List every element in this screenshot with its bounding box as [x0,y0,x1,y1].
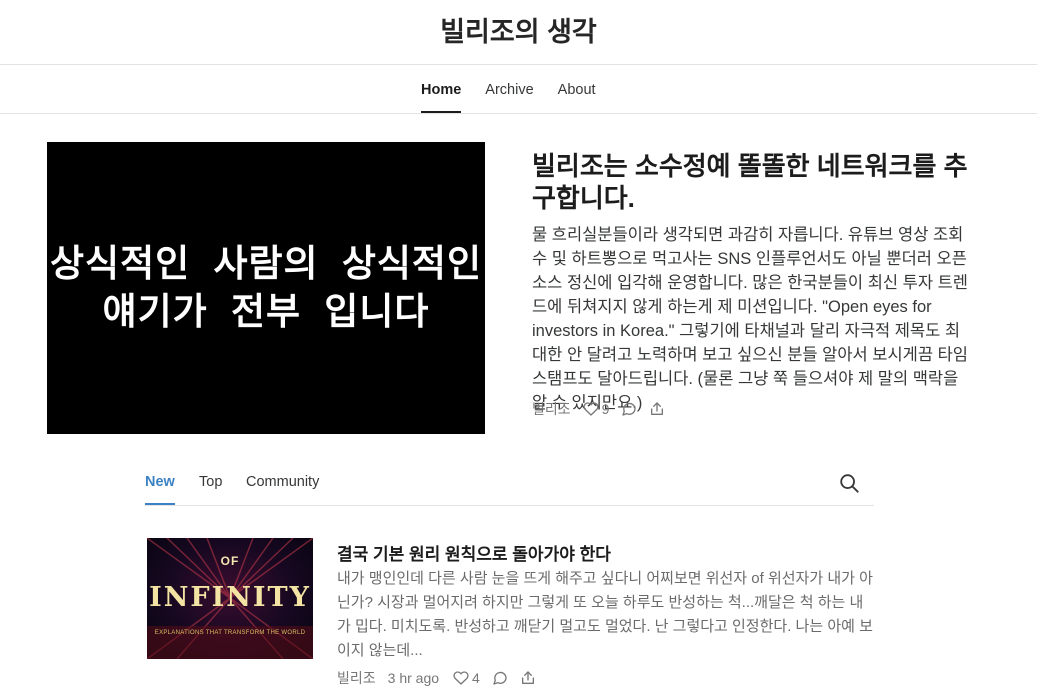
nav-tab-archive[interactable]: Archive [485,65,533,113]
hero-excerpt[interactable]: 물 흐리실분들이라 생각되면 과감히 자릅니다. 유튜브 영상 조회수 및 하트… [532,223,972,415]
post-excerpt[interactable]: 내가 맹인인데 다른 사람 눈을 뜨게 해주고 싶다니 어찌보면 위선자 of … [337,567,877,663]
search-button[interactable] [838,472,860,494]
hero-meta: 빌리조 9 [532,399,677,419]
post-share-button[interactable] [520,670,536,686]
site-header: 빌리조의 생각 [0,0,1037,65]
thumbnail-subtitle: EXPLANATIONS THAT TRANSFORM THE WORLD [154,630,306,636]
hero-comment-button[interactable] [621,401,637,417]
hero-image-line-1: 상식적인 사람의 상식적인 [50,243,482,284]
search-icon [840,474,859,493]
hero-like-count: 9 [601,401,610,417]
hero-image-line-2: 얘기가 전부 입니다 [102,291,430,332]
thumbnail-text-infinity: INFINITY [149,582,311,613]
post-filter-tabs: New Top Community [145,466,874,506]
post-like-button[interactable]: 4 [453,670,480,686]
nav-tab-about[interactable]: About [558,65,596,113]
filter-tab-new[interactable]: New [145,466,175,505]
hero-title[interactable]: 빌리조는 소수정예 똘똘한 네트워크를 추구합니다. [532,150,972,214]
share-icon [651,402,664,415]
heart-icon [453,671,469,685]
nav-tab-home[interactable]: Home [421,65,461,113]
post-meta: 빌리조 3 hr ago 4 [337,668,548,688]
post-thumbnail[interactable]: OF INFINITY EXPLANATIONS THAT TRANSFORM … [147,538,313,659]
post-time: 3 hr ago [387,670,440,686]
nav-tabs: Home Archive About [421,65,596,113]
hero-share-button[interactable] [649,401,665,417]
hero-image[interactable]: 상식적인 사람의 상식적인 얘기가 전부 입니다 [47,142,485,434]
hero-like-button[interactable]: 9 [583,401,610,417]
filter-tab-community[interactable]: Community [246,466,319,505]
heart-icon [583,402,599,416]
comment-icon [622,402,637,416]
post-comment-button[interactable] [492,670,508,686]
main-nav: Home Archive About [0,65,1037,114]
hero-info: 빌리조는 소수정예 똘똘한 네트워크를 추구합니다. 물 흐리실분들이라 생각되… [532,150,972,415]
filter-tab-top[interactable]: Top [199,466,222,505]
thumbnail-text-of: OF [220,554,240,568]
hero-author[interactable]: 빌리조 [532,399,571,419]
post-title[interactable]: 결국 기본 원리 원칙으로 돌아가야 한다 [337,540,611,565]
site-title[interactable]: 빌리조의 생각 [0,10,1037,49]
comment-icon [493,671,507,685]
share-icon [521,671,534,684]
hero-image-text: 상식적인 사람의 상식적인 얘기가 전부 입니다 [50,240,482,336]
post-like-count: 4 [472,670,480,686]
post-author[interactable]: 빌리조 [337,668,376,688]
